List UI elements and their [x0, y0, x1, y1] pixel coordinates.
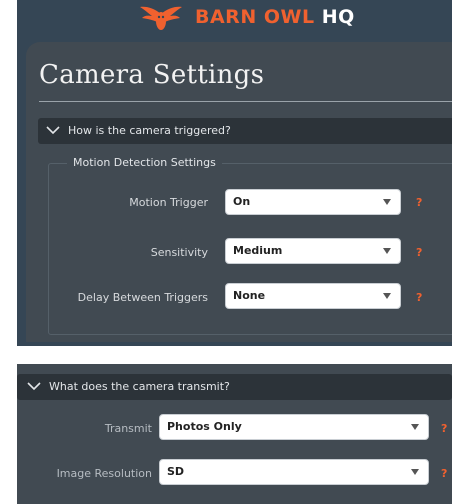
app-header: BARN OWL HQ [17, 0, 452, 40]
image-resolution-label: Image Resolution [56, 467, 152, 480]
motion-trigger-label: Motion Trigger [129, 196, 208, 209]
chevron-down-icon [27, 382, 41, 391]
brand-name: BARN OWL [195, 6, 315, 28]
motion-trigger-value: On [233, 195, 251, 208]
brand-suffix: HQ [321, 6, 355, 28]
camera-settings-panel: BARN OWL HQ Camera Settings How is the c… [17, 0, 452, 346]
caret-down-icon [383, 293, 391, 299]
delay-help[interactable]: ? [416, 291, 422, 305]
section-header-trigger[interactable]: How is the camera triggered? [38, 118, 452, 144]
image-resolution-help[interactable]: ? [441, 467, 447, 481]
motion-trigger-help[interactable]: ? [416, 196, 422, 210]
caret-down-icon [411, 424, 419, 430]
caret-down-icon [383, 199, 391, 205]
caret-down-icon [411, 469, 419, 475]
delay-label: Delay Between Triggers [77, 291, 208, 304]
transmit-select[interactable]: Photos Only [159, 414, 429, 440]
fieldset-legend: Motion Detection Settings [67, 156, 222, 170]
page-title: Camera Settings [39, 60, 265, 90]
delay-value: None [233, 289, 266, 302]
image-resolution-select[interactable]: SD [159, 459, 429, 485]
motion-trigger-select[interactable]: On [225, 189, 401, 215]
delay-select[interactable]: None [225, 283, 401, 309]
transmit-help[interactable]: ? [441, 422, 447, 436]
sensitivity-select[interactable]: Medium [225, 238, 401, 264]
chevron-down-icon [46, 126, 60, 135]
transmit-value: Photos Only [167, 420, 242, 433]
sensitivity-value: Medium [233, 244, 283, 257]
transmit-label: Transmit [104, 422, 152, 435]
sensitivity-label: Sensitivity [150, 246, 208, 259]
owl-wings-icon [140, 6, 182, 30]
section-heading-transmit: What does the camera transmit? [49, 380, 230, 393]
section-header-transmit[interactable]: What does the camera transmit? [17, 374, 452, 400]
sensitivity-help[interactable]: ? [416, 246, 422, 260]
caret-down-icon [383, 248, 391, 254]
section-heading-trigger: How is the camera triggered? [68, 124, 231, 137]
brand-logo-text[interactable]: BARN OWL HQ [195, 6, 355, 28]
image-resolution-value: SD [167, 465, 185, 478]
title-divider [39, 101, 452, 102]
transmit-settings-panel: What does the camera transmit? Transmit … [17, 364, 452, 504]
